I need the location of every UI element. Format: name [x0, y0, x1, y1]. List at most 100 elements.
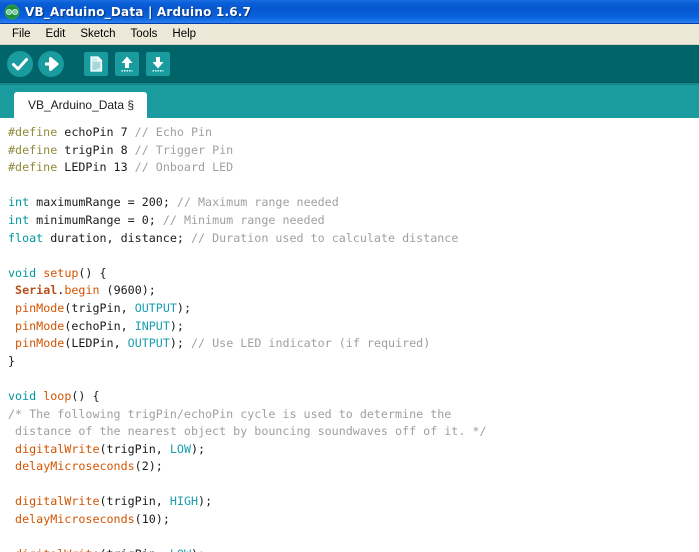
code-token-pre: #define: [8, 142, 58, 157]
code-token-plain: );: [191, 441, 206, 456]
open-button[interactable]: [113, 50, 141, 78]
code-token-cmt: // Use LED indicator (if required): [191, 336, 431, 351]
code-token-const: LOW: [169, 441, 191, 456]
code-token-plain: );: [169, 318, 184, 333]
code-token-fn: digitalWrite: [15, 547, 99, 552]
code-token-plain: trigPin 8: [57, 142, 135, 157]
code-token-const: OUTPUT: [127, 336, 170, 351]
code-token-kw: int: [8, 212, 30, 227]
menu-item-sketch[interactable]: Sketch: [73, 26, 123, 42]
code-line: pinMode(trigPin, OUTPUT);: [8, 300, 699, 318]
code-line: /* The following trigPin/echoPin cycle i…: [8, 406, 699, 424]
code-text[interactable]: #define echoPin 7 // Echo Pin #define tri…: [0, 124, 699, 552]
code-line: digitalWrite(trigPin, LOW);: [8, 546, 699, 552]
code-token-kw: void: [8, 388, 37, 403]
code-token-cmt: // Onboard LED: [134, 160, 234, 175]
code-token-pre: #define: [8, 125, 58, 139]
code-token-fn: digitalWrite: [15, 441, 100, 456]
code-token-plain: );: [191, 547, 205, 552]
code-token-const: INPUT: [134, 318, 170, 333]
code-token-plain: LEDPin 13: [57, 160, 135, 175]
menu-item-tools[interactable]: Tools: [124, 26, 166, 42]
code-token-plain: (trigPin,: [99, 494, 170, 509]
code-editor[interactable]: #define echoPin 7 // Echo Pin #define tri…: [0, 118, 699, 552]
code-line: digitalWrite(trigPin, LOW);: [8, 441, 699, 459]
code-line: int maximumRange = 200; // Maximum range…: [8, 194, 699, 212]
code-token-cmt: // Maximum range needed: [176, 195, 339, 210]
title-bar: VB_Arduino_Data | Arduino 1.6.7: [0, 0, 699, 24]
code-line: void loop() {: [8, 388, 699, 406]
code-token-plain: );: [198, 494, 213, 509]
code-token-plain: }: [8, 353, 16, 368]
arduino-ide-window: VB_Arduino_Data | Arduino 1.6.7 File Edi…: [0, 0, 699, 552]
code-line: delayMicroseconds(10);: [8, 511, 699, 529]
tab-bar: VB_Arduino_Data §: [0, 83, 699, 118]
code-token-plain: () {: [71, 388, 100, 403]
code-token-kw: int: [8, 195, 30, 210]
menu-item-file[interactable]: File: [5, 26, 39, 42]
code-token-const: HIGH: [169, 494, 199, 509]
verify-button[interactable]: [6, 50, 34, 78]
save-button[interactable]: [144, 50, 172, 78]
code-token-fn: loop: [43, 388, 72, 403]
code-token-kw: void: [8, 265, 37, 280]
code-token-fn: delayMicroseconds: [15, 512, 135, 527]
menu-item-help[interactable]: Help: [165, 26, 204, 42]
arduino-infinity-icon: [4, 4, 20, 20]
new-button[interactable]: [82, 50, 110, 78]
code-token-plain: minimumRange = 0;: [29, 212, 163, 227]
code-line: #define trigPin 8 // Trigger Pin: [8, 142, 699, 160]
code-token-cmt: distance of the nearest object by bounci…: [8, 424, 487, 439]
code-token-plain: (2);: [134, 459, 163, 474]
code-token-plain: echoPin 7: [57, 125, 135, 139]
menu-item-edit[interactable]: Edit: [39, 26, 74, 42]
upload-button[interactable]: [37, 50, 65, 78]
code-line: pinMode(LEDPin, OUTPUT); // Use LED indi…: [8, 335, 699, 353]
code-token-plain: );: [169, 336, 192, 351]
code-token-plain: (echoPin,: [64, 318, 135, 333]
code-token-plain: (trigPin,: [99, 441, 170, 456]
code-token-const: OUTPUT: [134, 300, 177, 315]
window-title: VB_Arduino_Data | Arduino 1.6.7: [25, 4, 252, 19]
code-line: int minimumRange = 0; // Minimum range n…: [8, 212, 699, 230]
code-token-plain: (trigPin,: [100, 547, 170, 552]
code-line: #define LEDPin 13 // Onboard LED: [8, 159, 699, 177]
code-token-cmt: /* The following trigPin/echoPin cycle i…: [8, 406, 452, 421]
code-token-kw: float: [8, 230, 44, 245]
code-token-fn: pinMode: [15, 318, 65, 333]
code-token-fn: pinMode: [15, 336, 65, 351]
code-line: float duration, distance; // Duration us…: [8, 230, 699, 248]
code-token-cmt: // Echo Pin: [134, 125, 213, 139]
code-token-plain: );: [176, 300, 191, 315]
code-token-cmt: // Trigger Pin: [134, 142, 234, 157]
code-line: void setup() {: [8, 265, 699, 283]
tab-vb-arduino-data[interactable]: VB_Arduino_Data §: [14, 92, 148, 118]
code-token-plain: (LEDPin,: [64, 336, 128, 351]
code-line: delayMicroseconds(2);: [8, 458, 699, 476]
code-token-plain: duration, distance;: [43, 230, 191, 245]
code-line: digitalWrite(trigPin, HIGH);: [8, 493, 699, 511]
code-token-const: LOW: [170, 547, 191, 552]
code-token-fn: pinMode: [15, 300, 65, 315]
code-line: #define echoPin 7 // Echo Pin: [8, 124, 699, 142]
code-token-cmt: // Duration used to calculate distance: [190, 230, 459, 245]
code-token-fn: begin: [64, 283, 100, 298]
code-token-fn: setup: [43, 265, 79, 280]
code-token-pre: #define: [8, 160, 58, 175]
code-token-fn: digitalWrite: [15, 494, 100, 509]
menu-bar: File Edit Sketch Tools Help: [0, 24, 699, 45]
code-token-plain: (10);: [134, 512, 170, 527]
